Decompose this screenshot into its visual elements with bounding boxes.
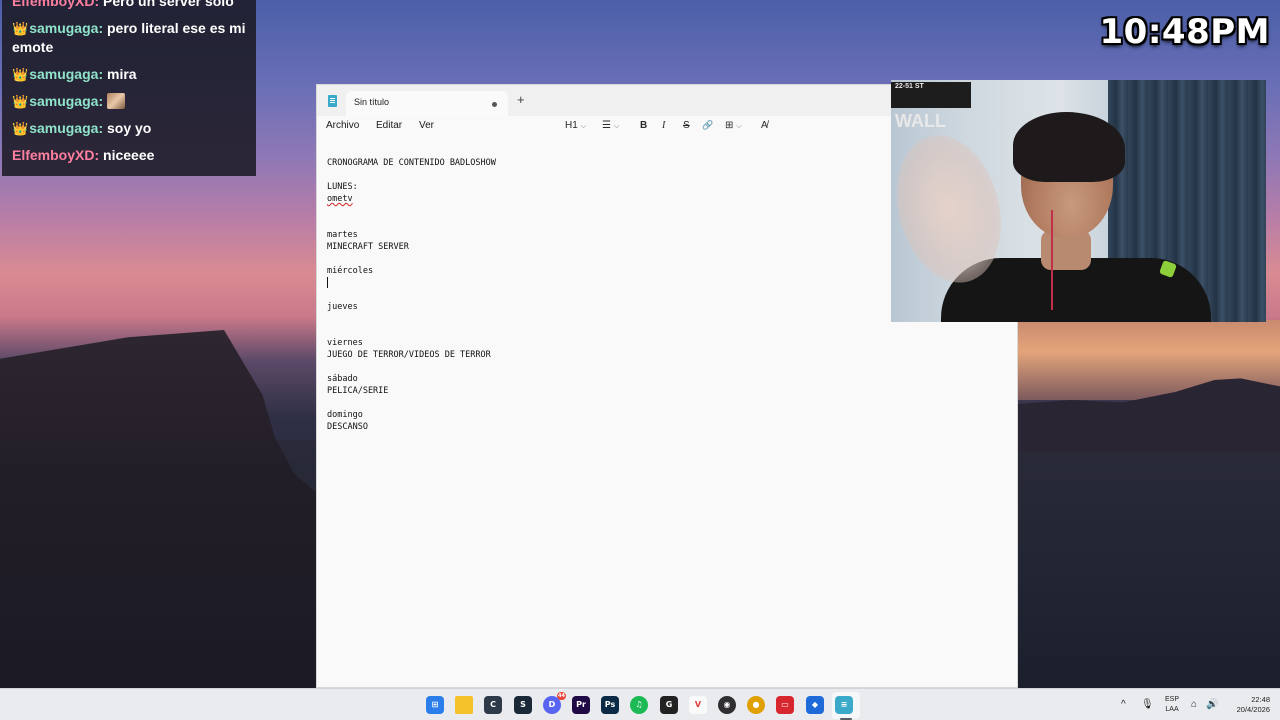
chat-username: ElfemboyXD	[12, 0, 95, 9]
earphone-cable	[1051, 210, 1053, 310]
discord-icon[interactable]: D 44	[543, 692, 566, 714]
link-icon[interactable]: 🔗	[702, 120, 713, 131]
table-icon: ⊞	[725, 120, 734, 131]
tab-title: Sin título	[354, 97, 390, 107]
chat-text: soy yo	[107, 120, 152, 136]
chat-message: 👑samugaga: soy yo	[12, 120, 152, 136]
volume-icon[interactable]: 🔊	[1206, 699, 1218, 710]
chat-username: samugaga	[29, 120, 99, 136]
photoshop-icon[interactable]: Ps	[601, 696, 619, 714]
chat-message: ElfemboyXD: Pero un server solo	[12, 0, 246, 11]
unsaved-dot-icon[interactable]	[492, 102, 497, 107]
notepad-icon[interactable]: ≡	[835, 696, 853, 714]
windows-start-icon[interactable]: ⊞	[426, 696, 444, 714]
chat-username: samugaga	[29, 93, 99, 109]
clear-formatting-icon[interactable]: A̸	[761, 120, 768, 131]
list-dropdown[interactable]: ☰ ⌵	[602, 120, 619, 131]
chat-text: mira	[107, 66, 137, 82]
obs-icon[interactable]: ◉	[718, 696, 736, 714]
logitech-icon[interactable]: G	[660, 696, 678, 714]
editor-line: DESCANSO	[327, 422, 368, 432]
microphone-icon[interactable]: 🎙	[1141, 699, 1154, 710]
editor-line: viernes	[327, 338, 363, 348]
system-clock[interactable]: 22:48 20/4/2026	[1228, 695, 1270, 715]
chevron-down-icon: ⌵	[736, 123, 742, 130]
chevron-down-icon: ⌵	[580, 123, 587, 130]
strikethrough-button[interactable]: S	[683, 120, 690, 131]
streamer-hair	[1013, 112, 1125, 182]
notepad-icon	[328, 95, 337, 107]
show-hidden-icons-chevron-icon[interactable]: ^	[1121, 699, 1126, 710]
taskbar: ⊞ C S D 44 Pr Ps ♫ G V ◉ ● ▭ ◆ ≡ ^ 🎙 ESP LAA ⌂ 🔊 22:48…	[0, 688, 1280, 720]
street-sign: 22-51 ST WALL	[891, 82, 971, 131]
editor-line: JUEGO DE TERROR/VIDEOS DE TERROR	[327, 350, 491, 360]
stream-deck-icon[interactable]: ◆	[806, 696, 824, 714]
crown-icon: 👑	[12, 121, 29, 136]
bold-button[interactable]: B	[640, 120, 647, 131]
list-icon: ☰	[602, 120, 611, 131]
stream-chat-overlay: ElfemboyXD: Pero un server solo 👑samugag…	[2, 0, 256, 176]
valorant-icon[interactable]: V	[689, 696, 707, 714]
crown-icon: 👑	[12, 21, 29, 36]
chat-message: 👑samugaga:	[12, 92, 246, 111]
network-icon[interactable]: ⌂	[1191, 699, 1197, 710]
crown-icon: 👑	[12, 94, 29, 109]
chat-username: samugaga	[29, 20, 99, 36]
misspelled-word: ometv	[327, 194, 353, 204]
menu-editar[interactable]: Editar	[376, 120, 402, 131]
webcam-feed: 22-51 ST WALL	[891, 80, 1266, 322]
italic-button[interactable]: I	[662, 120, 665, 131]
chat-text: Pero un server solo	[103, 0, 234, 9]
text-caret	[327, 277, 328, 288]
emote-image	[107, 93, 125, 109]
chat-username: ElfemboyXD	[12, 147, 95, 163]
premiere-pro-icon[interactable]: Pr	[572, 696, 590, 714]
editor-line: sábado	[327, 374, 358, 384]
wallpaper-mesa	[0, 330, 320, 690]
language-indicator[interactable]: ESP LAA	[1165, 695, 1179, 715]
streamlabs-icon[interactable]: ▭	[776, 696, 794, 714]
editor-line: PELICA/SERIE	[327, 386, 389, 396]
stream-clock: 10:48PM	[1099, 12, 1270, 52]
heading-dropdown[interactable]: H1 ⌵	[565, 120, 586, 131]
menu-ver[interactable]: Ver	[419, 120, 434, 131]
chrome-icon[interactable]: ●	[747, 696, 765, 714]
notification-badge: 44	[557, 692, 566, 700]
ccleaner-icon[interactable]: C	[484, 696, 502, 714]
chat-text: niceeee	[103, 147, 155, 163]
chat-message: ElfemboyXD: niceeee	[12, 147, 155, 163]
tab-sin-titulo[interactable]: Sin título	[346, 91, 508, 116]
chat-username: samugaga	[29, 66, 99, 82]
menu-archivo[interactable]: Archivo	[326, 120, 359, 131]
steam-icon[interactable]: S	[514, 696, 532, 714]
chat-message: 👑samugaga: mira	[12, 66, 137, 82]
table-dropdown[interactable]: ⊞ ⌵	[725, 120, 742, 131]
crown-icon: 👑	[12, 67, 29, 82]
file-explorer-icon[interactable]	[455, 696, 473, 714]
spotify-icon[interactable]: ♫	[630, 696, 648, 714]
new-tab-button[interactable]: +	[517, 92, 525, 107]
editor-line: domingo	[327, 410, 363, 420]
chat-message: 👑samugaga: pero literal ese es mi emote	[12, 20, 246, 55]
chevron-down-icon: ⌵	[613, 123, 620, 130]
